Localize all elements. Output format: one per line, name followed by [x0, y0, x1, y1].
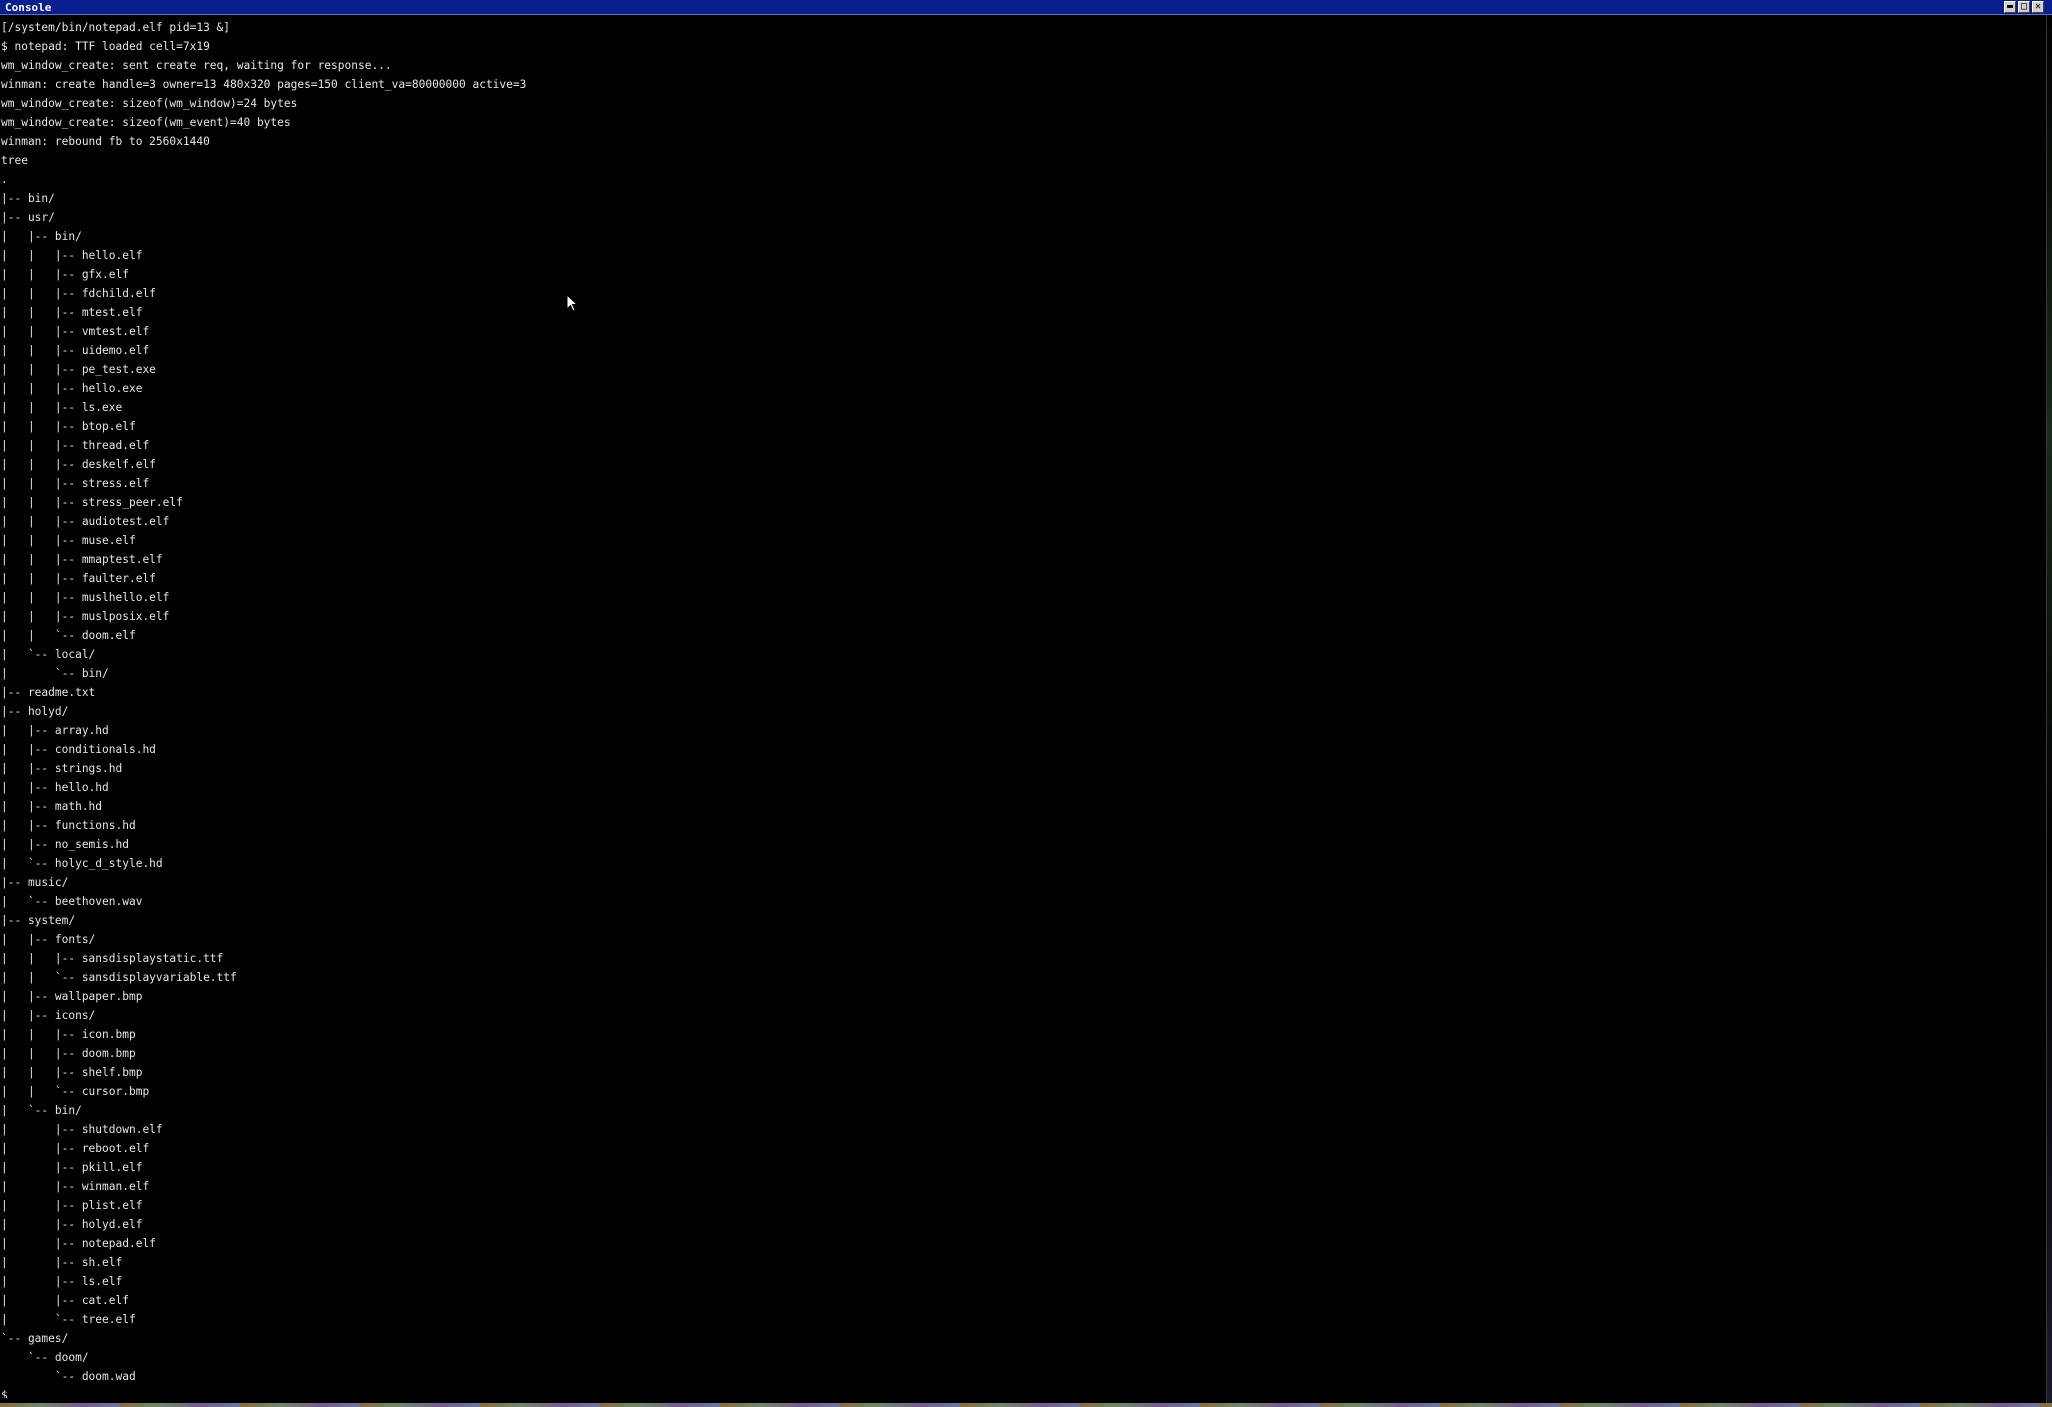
terminal-line: | | |-- stress.elf: [1, 477, 150, 490]
terminal-line: | |-- icons/: [1, 1009, 96, 1022]
terminal-line: `-- games/: [1, 1332, 69, 1345]
terminal-line: | |-- array.hd: [1, 724, 109, 737]
terminal-line: | |-- pkill.elf: [1, 1161, 143, 1174]
terminal-line: | | |-- uidemo.elf: [1, 344, 150, 357]
terminal-line: | | `-- doom.elf: [1, 629, 136, 642]
terminal-line: | |-- reboot.elf: [1, 1142, 150, 1155]
maximize-icon: □: [2020, 1, 2028, 12]
terminal-line: | |-- ls.elf: [1, 1275, 123, 1288]
terminal-line: winman: create handle=3 owner=13 480x320…: [1, 78, 527, 91]
terminal-line: |-- music/: [1, 876, 69, 889]
window-right-edge: [2046, 15, 2052, 1405]
terminal-line: | |-- math.hd: [1, 800, 103, 813]
maximize-button[interactable]: □: [2018, 1, 2030, 13]
terminal-line: | |-- wallpaper.bmp: [1, 990, 143, 1003]
terminal-line: | |-- plist.elf: [1, 1199, 143, 1212]
close-icon: ✕: [2034, 1, 2042, 12]
terminal-line: | | |-- faulter.elf: [1, 572, 156, 585]
mouse-pointer-icon: [566, 294, 579, 312]
terminal-line: | `-- bin/: [1, 667, 109, 680]
terminal-line: | | `-- sansdisplayvariable.ttf: [1, 971, 237, 984]
terminal-line: `-- doom.wad: [1, 1370, 136, 1383]
terminal-line: | | |-- muslhello.elf: [1, 591, 170, 604]
terminal-line: | | |-- fdchild.elf: [1, 287, 156, 300]
terminal-line: | | |-- stress_peer.elf: [1, 496, 183, 509]
terminal-line: | | |-- audiotest.elf: [1, 515, 170, 528]
terminal-line: | `-- local/: [1, 648, 96, 661]
terminal-line: wm_window_create: sizeof(wm_event)=40 by…: [1, 116, 291, 129]
console-window[interactable]: Console ▬ □ ✕ [/system/bin/notepad.elf p…: [0, 0, 2052, 1403]
terminal-line: | | |-- mtest.elf: [1, 306, 143, 319]
terminal-line: | | |-- vmtest.elf: [1, 325, 150, 338]
terminal-line: | `-- holyc_d_style.hd: [1, 857, 163, 870]
terminal-line: | | |-- icon.bmp: [1, 1028, 136, 1041]
terminal-line: | | |-- muslposix.elf: [1, 610, 170, 623]
terminal-line: wm_window_create: sizeof(wm_window)=24 b…: [1, 97, 298, 110]
terminal-line: | |-- holyd.elf: [1, 1218, 143, 1231]
terminal-line: | | |-- thread.elf: [1, 439, 150, 452]
title-bar[interactable]: Console ▬ □ ✕: [0, 0, 2052, 15]
terminal-line: | |-- shutdown.elf: [1, 1123, 163, 1136]
terminal-line: | |-- notepad.elf: [1, 1237, 156, 1250]
terminal-line: [/system/bin/notepad.elf pid=13 &]: [1, 21, 231, 34]
desktop-bottom-edge: [0, 1403, 2052, 1407]
terminal-line: | |-- cat.elf: [1, 1294, 129, 1307]
terminal-line: |-- readme.txt: [1, 686, 96, 699]
terminal-line: winman: rebound fb to 2560x1440: [1, 135, 210, 148]
terminal-line: | | |-- muse.elf: [1, 534, 136, 547]
terminal-line: | | |-- pe_test.exe: [1, 363, 156, 376]
terminal-line: | | |-- mmaptest.elf: [1, 553, 163, 566]
terminal-line: | | |-- ls.exe: [1, 401, 123, 414]
terminal-line: | |-- hello.hd: [1, 781, 109, 794]
terminal-line: |-- bin/: [1, 192, 55, 205]
terminal-line: | `-- tree.elf: [1, 1313, 136, 1326]
terminal-line: |-- holyd/: [1, 705, 69, 718]
minimize-icon: ▬: [2006, 1, 2014, 12]
close-button[interactable]: ✕: [2032, 1, 2044, 13]
terminal-line: |-- system/: [1, 914, 76, 927]
terminal-line: | |-- winman.elf: [1, 1180, 150, 1193]
terminal-line: | | `-- cursor.bmp: [1, 1085, 150, 1098]
terminal-line: | | |-- deskelf.elf: [1, 458, 156, 471]
minimize-button[interactable]: ▬: [2004, 1, 2016, 13]
terminal-line: | |-- conditionals.hd: [1, 743, 156, 756]
terminal-line: | |-- fonts/: [1, 933, 96, 946]
terminal-line: | |-- no_semis.hd: [1, 838, 129, 851]
terminal-line: | |-- bin/: [1, 230, 82, 243]
terminal-line: | `-- bin/: [1, 1104, 82, 1117]
terminal-line: | |-- strings.hd: [1, 762, 123, 775]
terminal-line: | |-- sh.elf: [1, 1256, 123, 1269]
terminal-line: | | |-- doom.bmp: [1, 1047, 136, 1060]
terminal-line: `-- doom/: [1, 1351, 89, 1364]
terminal-line: tree: [1, 154, 28, 167]
terminal-line: | | |-- hello.exe: [1, 382, 143, 395]
terminal-line: wm_window_create: sent create req, waiti…: [1, 59, 392, 72]
window-title: Console: [5, 1, 52, 14]
terminal-line: .: [1, 173, 8, 186]
terminal-line: $: [1, 1389, 8, 1398]
terminal-line: | `-- beethoven.wav: [1, 895, 143, 908]
terminal-line: | | |-- sansdisplaystatic.ttf: [1, 952, 224, 965]
terminal-line: | | |-- btop.elf: [1, 420, 136, 433]
terminal-output[interactable]: [/system/bin/notepad.elf pid=13 &] $ note…: [1, 18, 2041, 1398]
terminal-line: $ notepad: TTF loaded cell=7x19: [1, 40, 210, 53]
terminal-line: | | |-- shelf.bmp: [1, 1066, 143, 1079]
terminal-line: | | |-- hello.elf: [1, 249, 143, 262]
terminal-line: | | |-- gfx.elf: [1, 268, 129, 281]
terminal-line: |-- usr/: [1, 211, 55, 224]
terminal-line: | |-- functions.hd: [1, 819, 136, 832]
